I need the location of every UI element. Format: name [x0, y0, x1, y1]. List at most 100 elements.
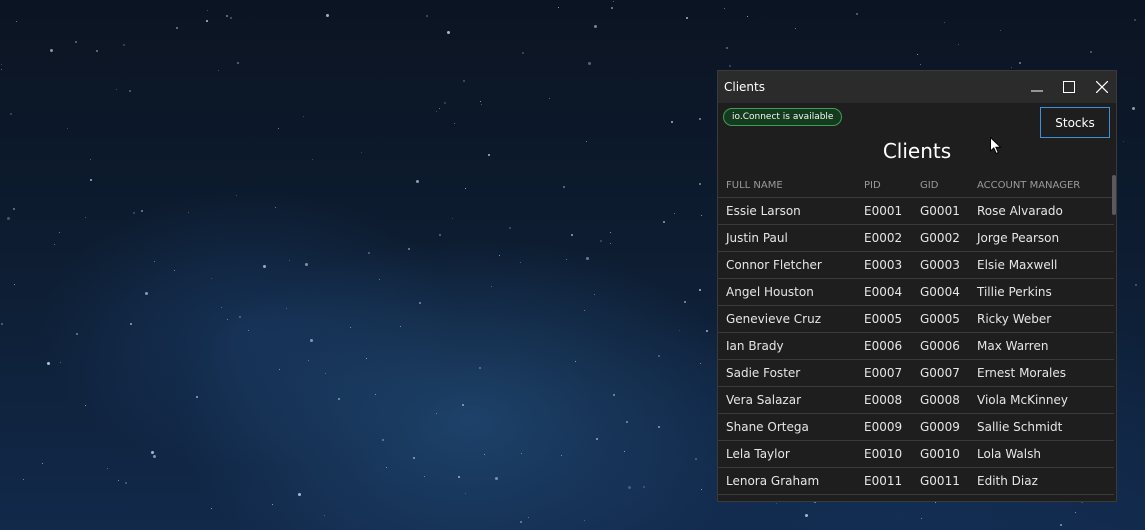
close-button[interactable]: [1088, 75, 1116, 99]
cell-pid: E0006: [856, 332, 912, 360]
star: [289, 260, 290, 261]
minimize-button[interactable]: [1023, 75, 1051, 99]
star: [695, 458, 697, 460]
cell-pid: E0007: [856, 359, 912, 387]
window-titlebar[interactable]: Clients: [718, 71, 1116, 103]
star: [90, 159, 91, 160]
star: [491, 286, 492, 287]
star: [444, 102, 446, 104]
header-pid[interactable]: PID: [856, 173, 912, 198]
star: [275, 207, 276, 208]
clients-table-container[interactable]: FULL NAME PID GID ACCOUNT MANAGER Essie …: [718, 173, 1114, 501]
star: [123, 44, 125, 46]
star: [724, 8, 725, 9]
star: [566, 259, 567, 260]
star: [521, 453, 522, 454]
star: [1, 323, 3, 325]
star: [125, 482, 127, 484]
star: [10, 113, 12, 115]
star: [1000, 30, 1001, 31]
header-full-name[interactable]: FULL NAME: [718, 173, 856, 198]
star: [747, 16, 748, 17]
stocks-button[interactable]: Stocks: [1040, 107, 1110, 138]
star: [528, 517, 529, 518]
star: [221, 307, 222, 308]
star: [206, 20, 208, 22]
table-row[interactable]: Sadie Foster E0007 G0007 Ernest Morales: [718, 359, 1114, 387]
star: [726, 47, 728, 49]
star: [584, 520, 585, 521]
cell-gid: G0004: [912, 278, 969, 306]
cell-full-name: Angel Houston: [718, 278, 856, 306]
star: [1, 69, 2, 70]
cell-full-name: Sadie Foster: [718, 359, 856, 387]
header-account-manager[interactable]: ACCOUNT MANAGER: [969, 173, 1114, 198]
star: [1135, 284, 1137, 286]
star: [610, 243, 611, 244]
star: [436, 111, 437, 112]
table-row[interactable]: Connor Fletcher E0003 G0003 Elsie Maxwell: [718, 251, 1114, 279]
star: [263, 265, 266, 268]
cell-pid: E0002: [856, 224, 912, 252]
header-gid[interactable]: GID: [912, 173, 969, 198]
star: [624, 451, 625, 452]
cell-account-manager: Elsie Maxwell: [969, 251, 1114, 279]
star: [600, 240, 602, 242]
table-row[interactable]: Essie Larson E0001 G0001 Rose Alvarado: [718, 197, 1114, 225]
star: [452, 218, 453, 219]
cell-full-name: Lela Taylor: [718, 440, 856, 468]
star: [308, 360, 309, 361]
star: [75, 41, 77, 43]
cell-account-manager: Sallie Schmidt: [969, 413, 1114, 441]
star: [596, 438, 598, 440]
star: [436, 413, 437, 414]
table-row[interactable]: Lenora Graham E0011 G0011 Edith Diaz: [718, 467, 1114, 495]
cell-gid: G0009: [912, 413, 969, 441]
star: [248, 330, 249, 331]
page-title: Clients: [882, 139, 952, 163]
star: [218, 70, 219, 71]
star: [463, 80, 465, 82]
star: [935, 502, 936, 503]
star: [729, 65, 731, 67]
star: [211, 278, 212, 279]
table-row[interactable]: Vera Salazar E0008 G0008 Viola McKinney: [718, 386, 1114, 414]
table-scrollbar[interactable]: [1112, 175, 1116, 215]
star: [207, 10, 208, 11]
table-row[interactable]: Genevieve Cruz E0005 G0005 Ricky Weber: [718, 305, 1114, 333]
star: [586, 257, 589, 260]
table-row[interactable]: Justin Paul E0002 G0002 Jorge Pearson: [718, 224, 1114, 252]
star: [509, 227, 511, 229]
star: [23, 479, 24, 480]
star: [686, 17, 688, 19]
cell-full-name: Ian Brady: [718, 332, 856, 360]
star: [67, 128, 68, 129]
star: [594, 294, 595, 295]
star: [920, 64, 921, 65]
star: [488, 154, 490, 156]
star: [520, 262, 521, 263]
star: [671, 121, 673, 123]
window-content: io.Connect is available Stocks Clients F…: [718, 103, 1116, 501]
star: [1019, 62, 1021, 64]
star: [174, 270, 175, 271]
clients-window: Clients io.Connect is available Stocks C…: [717, 70, 1117, 502]
star: [361, 152, 362, 153]
maximize-button[interactable]: [1055, 75, 1083, 99]
star: [613, 1, 614, 2]
star: [386, 467, 387, 468]
star: [856, 13, 858, 15]
mouse-cursor-icon: [990, 137, 1002, 155]
table-row[interactable]: Lela Taylor E0010 G0010 Lola Walsh: [718, 440, 1114, 468]
cell-full-name: Vera Salazar: [718, 386, 856, 414]
star: [658, 426, 660, 428]
star: [326, 14, 329, 17]
table-row[interactable]: Shane Ortega E0009 G0009 Sallie Schmidt: [718, 413, 1114, 441]
table-row[interactable]: Ian Brady E0006 G0006 Max Warren: [718, 332, 1114, 360]
star: [239, 316, 241, 318]
star: [628, 486, 631, 489]
star: [917, 54, 918, 55]
table-row[interactable]: Angel Houston E0004 G0004 Tillie Perkins: [718, 278, 1114, 306]
cell-gid: G0001: [912, 197, 969, 225]
star: [575, 361, 576, 362]
